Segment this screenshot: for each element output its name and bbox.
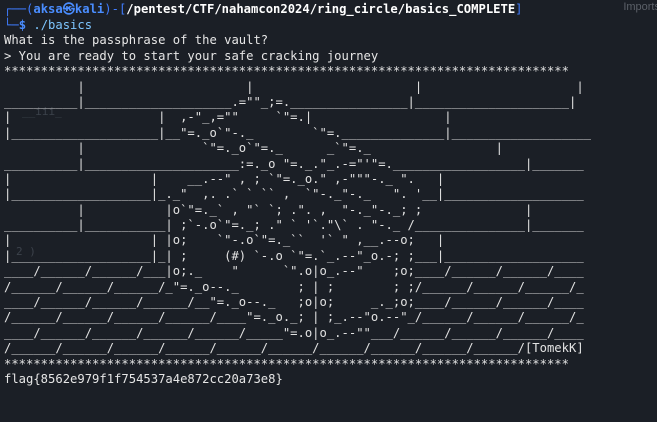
art-line: /______/______/______/_"=._o--._ ; | ; ;… (4, 279, 584, 294)
prompt-line-1: ┌──(aksa㉿kali)-[/pentest/CTF/nahamcon202… (4, 0, 657, 18)
stars-divider-bottom: ****************************************… (4, 356, 569, 371)
prompt-symbol: $ (18, 18, 27, 32)
art-line: | | | | (4, 79, 584, 94)
vault-ascii-art: | | | | __________|____________________.… (4, 80, 657, 357)
background-panel-label: Imports (623, 1, 657, 13)
art-line: | `"=._o`"=._ _`"=._ | (4, 141, 503, 156)
art-line: __________|____________________.=""_;=._… (4, 94, 577, 109)
prompt-line-2: └─$ ./basics (4, 18, 657, 33)
art-line: ____/______/______/___|o;._ " `".o|o_.--… (4, 264, 584, 279)
background-ghost-text: 2 ) (16, 245, 36, 258)
art-line: |___________________|_._" ,. .` ` `` , `… (4, 187, 584, 202)
terminal-window[interactable]: Imports ┌──(aksa㉿kali)-[/pentest/CTF/nah… (4, 0, 657, 422)
stars-divider-top: ****************************************… (4, 64, 569, 79)
prompt-cwd: /pentest/CTF/nahamcon2024/ring_circle/ba… (126, 2, 516, 16)
prompt-host: kali (74, 2, 105, 16)
prompt-frame-mid: )-[ (104, 2, 127, 16)
art-line: | | |o; `"-.o`"=._`` '` " ,__.--o; | (4, 233, 445, 248)
prompt-frame-close: ] (515, 2, 523, 16)
prompt-frame-open: ┌──( (4, 2, 34, 16)
art-line: __________|___________| ;`-.o`"=._; ." `… (4, 218, 584, 233)
prompt-command[interactable]: ./basics (26, 18, 92, 32)
question-text: What is the passphrase of the vault? (4, 33, 269, 48)
art-line: | | __.--" , ; `"=._o." ,-"""-._ ". | (4, 171, 445, 186)
flag-text[interactable]: flag{8562e979f1f754537a4e872cc20a73e8} (4, 372, 657, 387)
prompt-at-symbol: ㉿ (62, 2, 75, 16)
art-line: ____/______/______/______/______/_____"=… (4, 325, 584, 340)
art-line: ____/______/______/______/__"=._o--._ ;o… (4, 295, 584, 310)
art-line: __________|_____________________:=._o "=… (4, 156, 584, 171)
prompt-frame-bottom: └─ (4, 18, 19, 32)
art-line: |___________________|_| ; (#) `-.o `"=.`… (4, 248, 584, 263)
prompt-user: aksa (33, 2, 63, 16)
art-line: |____________________|__"=._o`"-._ `"=._… (4, 125, 591, 140)
background-ghost-text: __iii_ (22, 105, 62, 118)
art-line: /______/______/______/______/______/____… (4, 341, 584, 356)
art-line: /______/______/______/______/____"=._o._… (4, 310, 584, 325)
status-text: > You are ready to start your safe crack… (4, 48, 379, 63)
art-line: | | ,-"_,="" `"=.| | (4, 110, 452, 125)
art-line: | |o`"=._` , "` `; .". , "-._"-._; ; | (4, 202, 533, 217)
